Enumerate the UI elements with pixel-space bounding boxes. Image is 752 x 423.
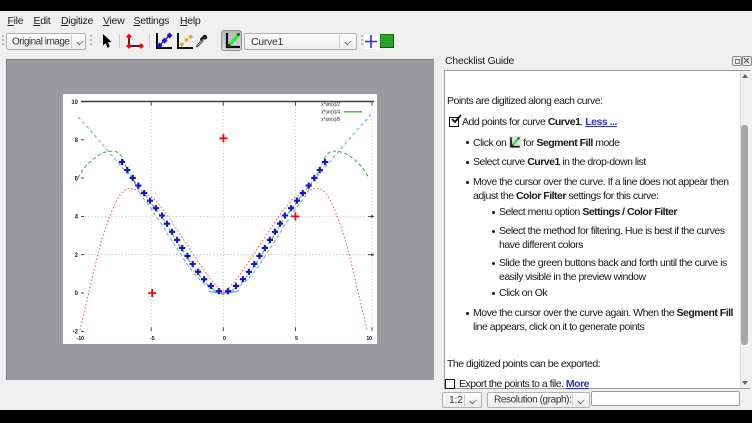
- svg-text:0: 0: [223, 336, 226, 342]
- svg-text:2: 2: [75, 253, 79, 259]
- svg-text:10: 10: [71, 100, 78, 106]
- svg-text:5: 5: [295, 336, 298, 342]
- svg-text:4: 4: [75, 215, 79, 221]
- svg-text:-5: -5: [150, 336, 155, 342]
- svg-text:-10: -10: [77, 336, 84, 342]
- svg-text:x*sin(x)/2: x*sin(x)/2: [321, 102, 340, 108]
- svg-text:x*sin(x)/4: x*sin(x)/4: [321, 110, 340, 116]
- svg-text:10: 10: [366, 336, 372, 342]
- svg-text:x*sin(x)/8: x*sin(x)/8: [321, 117, 340, 123]
- svg-text:-2: -2: [73, 330, 79, 336]
- svg-text:0: 0: [75, 291, 79, 297]
- svg-text:8: 8: [75, 138, 79, 144]
